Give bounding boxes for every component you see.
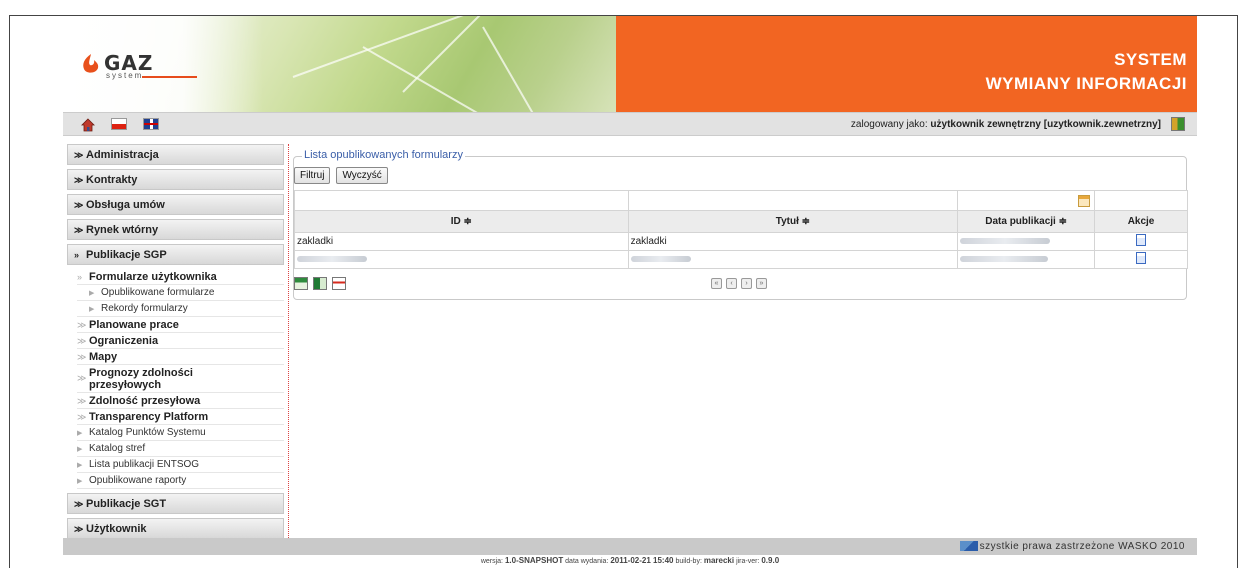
triangle-right-icon: ▶ (77, 478, 83, 485)
sidebar-item-ograniczenia[interactable]: ≫ Ograniczenia (77, 333, 284, 349)
chevron-down-icon: ≫ (77, 412, 87, 422)
export-icons (294, 277, 346, 290)
filter-row (294, 190, 1188, 211)
sidebar-item-transparency[interactable]: ≫ Transparency Platform (77, 409, 284, 425)
column-header-actions: Akcje (1094, 210, 1188, 233)
sidebar-item-katalog-punktow[interactable]: ▶ Katalog Punktów Systemu (77, 425, 284, 441)
copyright: szystkie prawa zastrzeżone WASKO 2010 (959, 541, 1185, 552)
export-pdf-icon[interactable] (332, 277, 346, 290)
header-row: ID ≑ Tytuł ≑ Data publikacji ≑ Akcje (294, 210, 1188, 233)
chevron-down-icon: ≫ (74, 524, 84, 534)
first-page-icon[interactable]: « (711, 278, 722, 289)
triangle-right-icon: ▶ (77, 462, 83, 469)
previous-page-icon[interactable]: ‹ (726, 278, 737, 289)
published-forms-panel: Lista opublikowanych formularzy Filtruj … (293, 149, 1188, 300)
cell-title: zakladki (627, 232, 959, 251)
chevron-down-icon: ≫ (74, 175, 84, 185)
sidebar-item-opublikowane-raporty[interactable]: ▶ Opublikowane raporty (77, 473, 284, 489)
logged-in-info: zalogowany jako: użytkownik zewnętrzny [… (851, 119, 1161, 130)
chevron-down-icon: ≫ (77, 373, 87, 383)
sidebar-section-kontrakty[interactable]: ≫ Kontrakty (67, 169, 284, 190)
polish-flag-icon[interactable] (111, 118, 127, 130)
table-row[interactable] (294, 250, 1188, 269)
calendar-icon[interactable] (1078, 194, 1091, 207)
chevron-down-icon: ≫ (77, 320, 87, 330)
sidebar-item-katalog-stref[interactable]: ▶ Katalog stref (77, 441, 284, 457)
chevron-down-icon: ≫ (74, 225, 84, 235)
table-row[interactable]: zakladki zakladki (294, 232, 1188, 251)
logo-subtitle: system (106, 71, 144, 80)
cell-title-redacted (627, 250, 959, 269)
triangle-right-icon: ▶ (77, 430, 83, 437)
home-icon[interactable] (81, 118, 95, 132)
sidebar-item-opublikowane-formularze[interactable]: ▶ Opublikowane formularze (77, 285, 284, 301)
sidebar-section-obsluga-umow[interactable]: ≫ Obsługa umów (67, 194, 284, 215)
triangle-right-icon: ▶ (89, 290, 95, 297)
cell-id: zakladki (294, 232, 629, 251)
panel-legend: Lista opublikowanych formularzy (302, 149, 465, 161)
header-title-panel: SYSTEM WYMIANY INFORMACJI (616, 16, 1197, 112)
column-header-date[interactable]: Data publikacji ≑ (957, 210, 1096, 233)
sidebar-section-administracja[interactable]: ≫ Administracja (67, 144, 284, 165)
document-icon[interactable] (1136, 252, 1147, 264)
english-flag-icon[interactable] (143, 118, 159, 130)
cell-date-redacted (957, 232, 1096, 251)
gaz-system-logo[interactable]: GAZ system (80, 51, 230, 81)
sidebar-section-publikacje-sgp[interactable]: » Publikacje SGP (67, 244, 284, 265)
page: GAZ system SYSTEM WYMIANY INFORMACJI zal… (63, 16, 1197, 568)
column-header-title[interactable]: Tytuł ≑ (627, 210, 959, 233)
cell-date-redacted (957, 250, 1096, 269)
login-label: zalogowany jako: (850, 119, 928, 130)
sidebar-menu: ≫ Administracja ≫ Kontrakty ≫ Obsługa umów … (63, 144, 289, 540)
forms-table: ID ≑ Tytuł ≑ Data publikacji ≑ Akcje zak… (294, 190, 1188, 269)
sidebar-item-prognozy[interactable]: ≫ Prognozy zdolności przesyłowych (77, 365, 284, 393)
title-filter-input[interactable] (627, 190, 959, 211)
flame-icon (83, 54, 99, 73)
sidebar-item-formularze[interactable]: » Formularze użytkownika (77, 269, 284, 285)
next-page-icon[interactable]: › (741, 278, 752, 289)
system-title-line1: SYSTEM (1114, 50, 1187, 69)
triangle-right-icon: ▶ (89, 306, 95, 313)
chevron-right-icon: » (74, 250, 80, 260)
chevron-right-icon: » (77, 272, 83, 282)
version-info: wersja: 1.0-SNAPSHOT data wydania: 2011-… (480, 556, 780, 565)
footer-bar: szystkie prawa zastrzeżone WASKO 2010 (63, 538, 1197, 555)
chevron-down-icon: ≫ (77, 352, 87, 362)
filter-button[interactable]: Filtruj (294, 167, 331, 184)
system-title-line2: WYMIANY INFORMACJI (985, 74, 1187, 93)
clear-button[interactable]: Wyczyść (336, 167, 388, 184)
document-icon[interactable] (1136, 234, 1147, 246)
login-username: użytkownik zewnętrzny [uzytkownik.zewnet… (930, 119, 1161, 130)
chevron-down-icon: ≫ (74, 200, 84, 210)
sidebar-item-rekordy-formularzy[interactable]: ▶ Rekordy formularzy (77, 301, 284, 317)
last-page-icon[interactable]: » (756, 278, 767, 289)
cell-id-redacted (294, 250, 629, 269)
sidebar-item-lista-entsog[interactable]: ▶ Lista publikacji ENTSOG (77, 457, 284, 473)
header-banner-image: GAZ system (63, 16, 616, 112)
sidebar-item-zdolnosc[interactable]: ≫ Zdolność przesyłowa (77, 393, 284, 409)
export-excel-icon[interactable] (313, 277, 327, 290)
id-filter-input[interactable] (294, 190, 629, 211)
pagination: « ‹ › » (711, 278, 767, 289)
sidebar-item-mapy[interactable]: ≫ Mapy (77, 349, 284, 365)
top-toolbar: zalogowany jako: użytkownik zewnętrzny [… (63, 112, 1197, 136)
logout-icon[interactable] (1171, 117, 1185, 131)
date-filter-input[interactable] (957, 190, 1096, 211)
triangle-right-icon: ▶ (77, 446, 83, 453)
sidebar-section-publikacje-sgt[interactable]: ≫ Publikacje SGT (67, 493, 284, 514)
column-header-id[interactable]: ID ≑ (294, 210, 629, 233)
header: GAZ system SYSTEM WYMIANY INFORMACJI (63, 16, 1197, 112)
sidebar-section-rynek-wtorny[interactable]: ≫ Rynek wtórny (67, 219, 284, 240)
export-csv-icon[interactable] (294, 277, 308, 290)
chevron-down-icon: ≫ (74, 150, 84, 160)
sidebar-section-uzytkownik[interactable]: ≫ Użytkownik (67, 518, 284, 539)
sidebar-item-planowane-prace[interactable]: ≫ Planowane prace (77, 317, 284, 333)
chevron-down-icon: ≫ (74, 499, 84, 509)
wasko-logo-icon (959, 541, 978, 552)
chevron-down-icon: ≫ (77, 396, 87, 406)
chevron-down-icon: ≫ (77, 336, 87, 346)
